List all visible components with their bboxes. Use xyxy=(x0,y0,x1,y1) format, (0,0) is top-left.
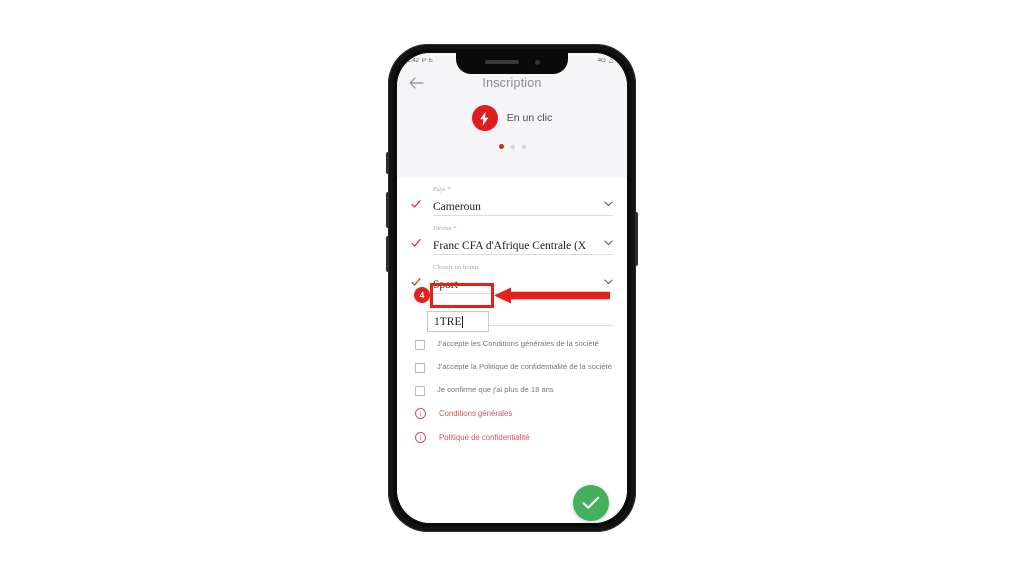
link-row-conditions-generales[interactable]: i Conditions générales xyxy=(397,408,627,419)
link-conditions-generales[interactable]: Conditions générales xyxy=(439,409,512,418)
checkmark-icon-pays xyxy=(411,199,421,209)
field-pays: Pays * Cameroun xyxy=(397,186,627,216)
battery-icon: ■ xyxy=(616,57,620,64)
checkbox-label-politique-confidentialite: J'accepte la Politique de confidentialit… xyxy=(437,362,612,371)
annotation-highlight-box xyxy=(430,283,494,308)
page-title: Inscription xyxy=(482,76,542,90)
checkbox-row-age[interactable]: Je confirme que j'ai plus de 18 ans xyxy=(397,385,627,396)
one-click-banner[interactable]: En un clic xyxy=(397,105,627,131)
checkbox-row-politique[interactable]: J'accepte la Politique de confidentialit… xyxy=(397,362,627,373)
submit-button[interactable] xyxy=(573,485,609,521)
code-promo-value: 1TRE xyxy=(434,315,462,328)
speaker-grille-icon xyxy=(484,60,519,64)
checkbox-age-18[interactable] xyxy=(415,386,425,396)
carousel-dot-3[interactable] xyxy=(521,144,526,149)
front-camera-icon xyxy=(534,59,540,65)
registration-form: Pays * Cameroun Devise * Franc CFA d'Afr… xyxy=(397,177,627,523)
field-devise: Devise * Franc CFA d'Afrique Centrale (X xyxy=(397,225,627,255)
annotation-arrow-icon xyxy=(494,287,610,304)
status-glyph-e: E xyxy=(429,57,434,64)
checkmark-icon-bonus xyxy=(411,277,421,287)
back-arrow-icon[interactable] xyxy=(408,75,424,91)
info-circle-icon-conditions: i xyxy=(415,408,426,419)
checkbox-conditions-generales[interactable] xyxy=(415,340,425,350)
dropdown-pays[interactable]: Cameroun xyxy=(433,194,613,216)
checkbox-politique-confidentialite[interactable] xyxy=(415,363,425,373)
carousel-dots xyxy=(397,144,627,149)
field-value-pays: Cameroun xyxy=(433,201,481,213)
chevron-down-icon-devise xyxy=(604,233,613,251)
field-label-devise: Devise * xyxy=(433,225,457,232)
signal-4g-icon: 4G xyxy=(597,57,606,64)
one-click-label: En un clic xyxy=(506,112,553,124)
annotation-step-badge: 4 xyxy=(414,287,430,303)
lightning-bolt-icon xyxy=(471,105,498,131)
checkmark-icon xyxy=(582,496,600,509)
dropdown-devise[interactable]: Franc CFA d'Afrique Centrale (X xyxy=(433,233,613,255)
wifi-icon: △ xyxy=(608,57,614,64)
info-circle-icon-politique: i xyxy=(415,432,426,443)
app-header: Inscription En un clic xyxy=(397,68,627,177)
field-label-pays: Pays * xyxy=(433,186,451,193)
checkbox-label-conditions-generales: J'accepte les Conditions générales de la… xyxy=(437,339,599,348)
volume-down-button[interactable] xyxy=(386,236,389,272)
checkmark-icon-devise xyxy=(411,238,421,248)
status-glyph-p: P xyxy=(422,57,427,64)
status-bar-left: 22:42 P E xyxy=(404,58,433,64)
status-bar-right: 4G △ ■ xyxy=(598,58,620,64)
link-politique-confidentialite[interactable]: Politique de confidentialité xyxy=(439,433,530,442)
status-time: 22:42 xyxy=(404,57,420,64)
checkbox-row-conditions[interactable]: J'accepte les Conditions générales de la… xyxy=(397,339,627,350)
carousel-dot-1[interactable] xyxy=(498,144,504,149)
silent-switch-button[interactable] xyxy=(386,152,389,174)
carousel-dot-2[interactable] xyxy=(510,144,515,149)
text-caret xyxy=(462,315,464,328)
power-button[interactable] xyxy=(635,212,638,266)
device-notch xyxy=(456,53,568,74)
link-row-politique-confidentialite[interactable]: i Politique de confidentialité xyxy=(397,432,627,443)
volume-up-button[interactable] xyxy=(386,192,389,228)
chevron-down-icon-pays xyxy=(604,194,613,212)
checkbox-label-age-18: Je confirme que j'ai plus de 18 ans xyxy=(437,385,554,394)
screenshot-stage: 22:42 P E 4G △ ■ Inscription En un clic … xyxy=(0,0,1024,576)
field-label-bonus: Choisir un bonus xyxy=(433,264,480,271)
field-value-devise: Franc CFA d'Afrique Centrale (X xyxy=(433,240,587,252)
code-promo-input[interactable]: 1TRE xyxy=(427,311,489,332)
